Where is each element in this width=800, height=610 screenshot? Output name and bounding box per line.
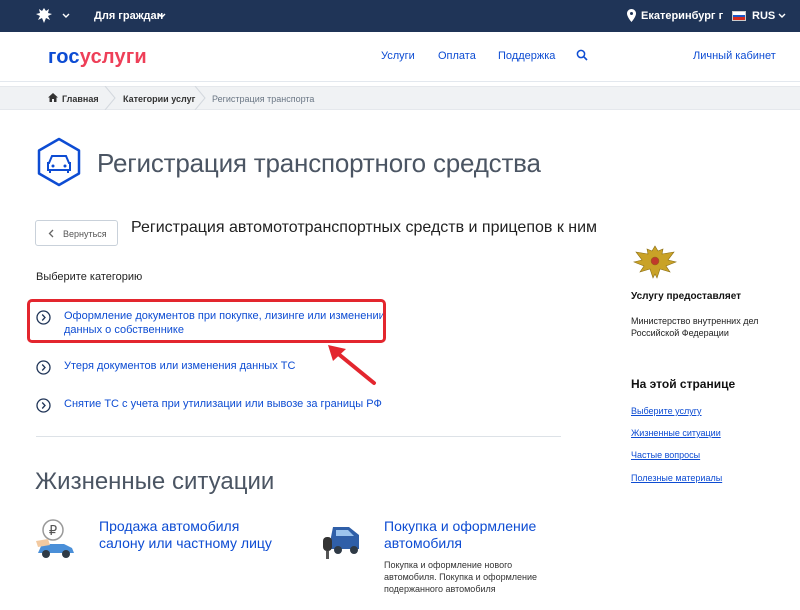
city-selector[interactable]: Екатеринбург г xyxy=(641,10,723,22)
provider-label: Услугу предоставляет xyxy=(631,291,742,302)
card-buy-car[interactable]: Покупка и оформление автомобиля xyxy=(384,518,584,552)
eagle-emblem-icon xyxy=(633,245,677,279)
nav-support[interactable]: Поддержка xyxy=(498,50,555,62)
breadcrumb-categories[interactable]: Категории услуг xyxy=(123,94,195,104)
choose-category-label: Выберите категорию xyxy=(36,271,143,283)
chevron-right-circle-icon xyxy=(36,360,51,375)
card-sell-car[interactable]: Продажа автомобиля салону или частному л… xyxy=(99,518,309,552)
sidebar-link-choose-service[interactable]: Выберите услугу xyxy=(631,406,702,416)
car-key-icon xyxy=(323,527,359,559)
main-header: госуслуги Услуги Оплата Поддержка Личный… xyxy=(0,32,800,82)
sidebar-link-useful-materials[interactable]: Полезные материалы xyxy=(631,473,722,483)
breadcrumb-home[interactable]: Главная xyxy=(62,94,99,104)
ruble-car-icon: ₽ xyxy=(36,519,74,558)
chevron-down-icon[interactable] xyxy=(778,13,786,19)
breadcrumb: Главная Категории услуг Регистрация тран… xyxy=(0,86,800,110)
chevron-down-icon[interactable] xyxy=(158,13,166,19)
gosuslugi-logo[interactable]: госуслуги xyxy=(48,46,147,69)
car-icon xyxy=(37,137,81,187)
sidebar-link-faq[interactable]: Частые вопросы xyxy=(631,450,700,460)
nav-services[interactable]: Услуги xyxy=(381,50,415,62)
on-this-page-title: На этой странице xyxy=(631,377,736,391)
option-deregistration[interactable]: Снятие ТС с учета при утилизации или выв… xyxy=(36,397,386,413)
emblem-icon[interactable] xyxy=(34,6,54,26)
service-subtitle: Регистрация автомототранспортных средств… xyxy=(131,219,598,236)
option-lost-documents[interactable]: Утеря документов или изменения данных ТС xyxy=(36,359,336,375)
chevron-down-icon[interactable] xyxy=(62,13,70,19)
flag-icon xyxy=(732,11,746,21)
language-selector[interactable]: RUS xyxy=(752,10,775,22)
page-title: Регистрация транспортного средства xyxy=(97,148,541,178)
highlight-frame xyxy=(27,299,386,343)
chevron-left-icon xyxy=(48,229,54,238)
for-citizens-dropdown[interactable]: Для граждан xyxy=(94,10,163,22)
home-icon[interactable] xyxy=(48,93,58,102)
life-situations-title: Жизненные ситуации xyxy=(35,468,275,495)
section-divider xyxy=(36,436,561,437)
breadcrumb-separator xyxy=(194,86,206,110)
personal-cabinet-link[interactable]: Личный кабинет xyxy=(693,50,776,62)
svg-text:₽: ₽ xyxy=(49,524,57,539)
breadcrumb-current: Регистрация транспорта xyxy=(212,94,315,104)
nav-payment[interactable]: Оплата xyxy=(438,50,476,62)
search-icon[interactable] xyxy=(576,49,588,61)
back-button[interactable]: Вернуться xyxy=(35,220,118,246)
top-bar: Для граждан Екатеринбург г RUS xyxy=(0,0,800,32)
location-pin-icon xyxy=(627,9,636,22)
chevron-right-circle-icon xyxy=(36,398,51,413)
sidebar-link-life-situations[interactable]: Жизненные ситуации xyxy=(631,428,721,438)
card-buy-car-description: Покупка и оформление нового автомобиля. … xyxy=(384,560,538,594)
provider-name: Министерство внутренних дел Российской Ф… xyxy=(631,316,759,338)
breadcrumb-separator xyxy=(104,86,116,110)
